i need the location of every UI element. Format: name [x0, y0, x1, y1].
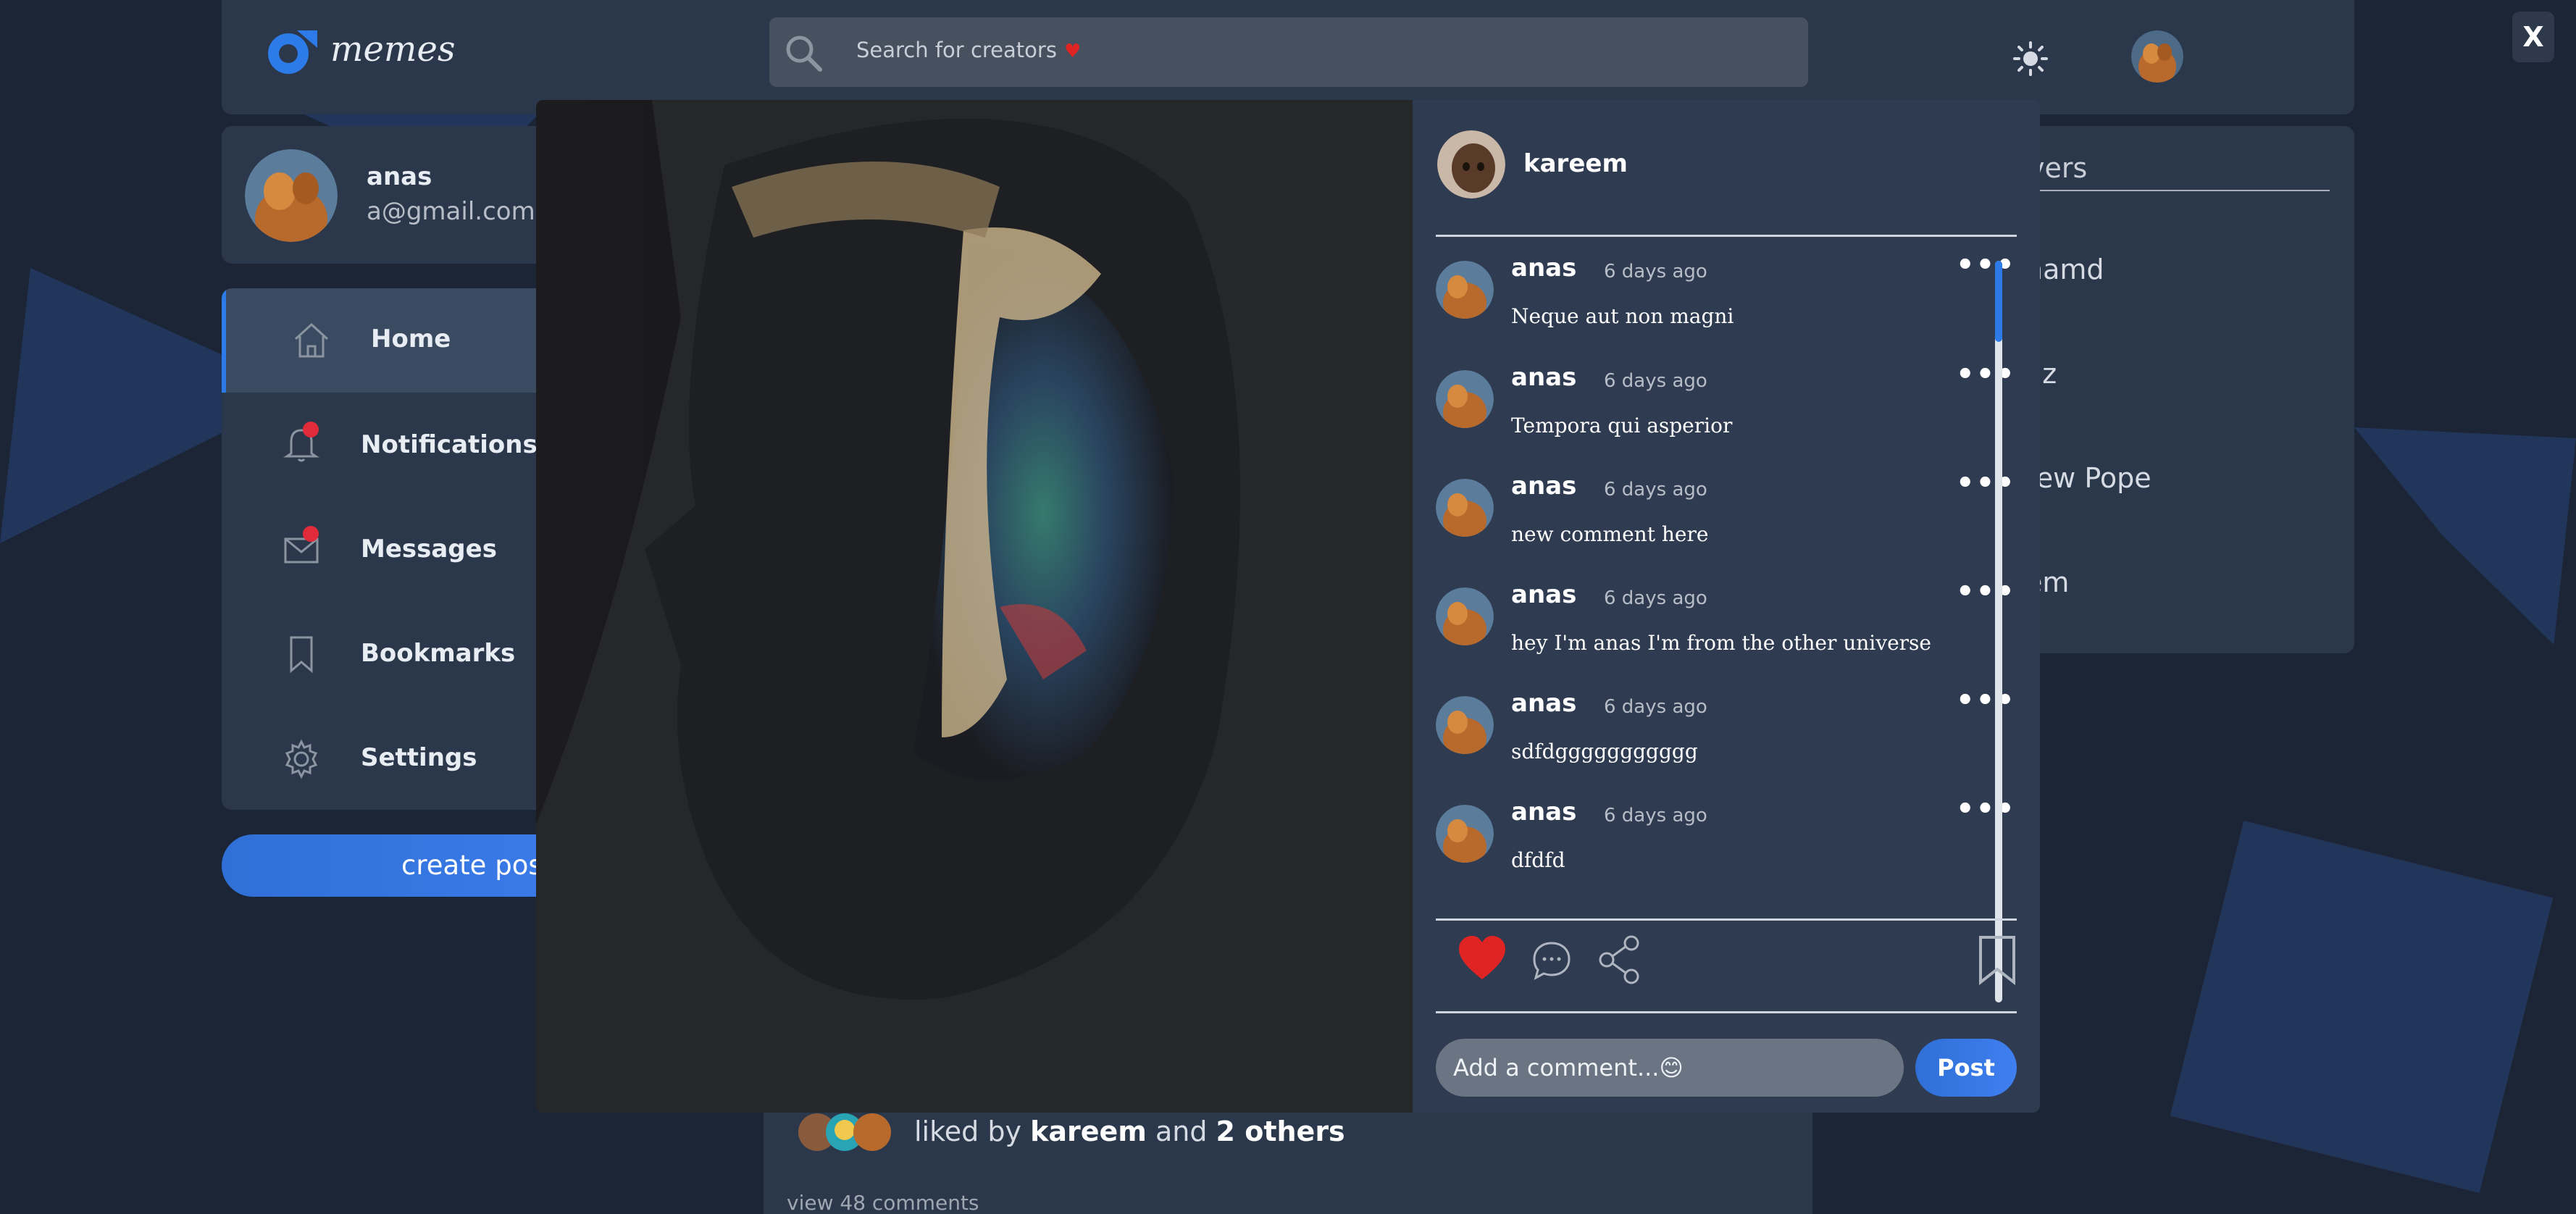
heart-icon: ♥ — [1063, 41, 1082, 62]
more-options-icon[interactable]: ••• — [1956, 686, 2015, 715]
commenter-avatar[interactable] — [1436, 479, 1494, 537]
sidebar-item-label: Settings — [361, 743, 477, 772]
search-input[interactable]: Search for creators ♥ — [856, 38, 1081, 62]
comment-item: anas 6 days ago Tempora qui asperior ••• — [1436, 360, 2015, 470]
comment-time: 6 days ago — [1604, 587, 1707, 609]
sidebar-item-bookmarks[interactable]: Bookmarks — [222, 601, 584, 706]
sidebar-item-label: Home — [371, 325, 451, 353]
background-shape-right — [2354, 427, 2576, 645]
comment-item: anas 6 days ago sdfdggggggggggg ••• — [1436, 686, 2015, 796]
home-icon — [294, 322, 329, 358]
more-options-icon[interactable]: ••• — [1956, 360, 2015, 389]
comment-user[interactable]: anas — [1511, 254, 1576, 282]
comment-text: hey I'm anas I'm from the other universe — [1511, 631, 1931, 655]
sidebar-item-label: Notifications — [361, 430, 538, 459]
poster-name[interactable]: kareem — [1523, 149, 1628, 178]
logo-text[interactable]: memes — [330, 29, 455, 70]
commenter-avatar[interactable] — [1436, 261, 1494, 319]
comment-icon[interactable] — [1531, 940, 1572, 981]
heart-icon[interactable] — [1456, 933, 1508, 985]
background-square-bottom-right — [2170, 821, 2554, 1193]
commenter-avatar[interactable] — [1436, 805, 1494, 863]
profile-avatar[interactable] — [245, 149, 338, 242]
add-comment-input[interactable] — [1436, 1039, 1904, 1097]
comment-user[interactable]: anas — [1511, 798, 1576, 826]
liked-prefix: liked by — [914, 1115, 1021, 1147]
comment-item: anas 6 days ago Neque aut non magni ••• — [1436, 251, 2015, 361]
follower-item[interactable]: rew Pope — [2025, 462, 2151, 494]
commenter-avatar[interactable] — [1436, 370, 1494, 428]
scrollbar-track[interactable] — [1995, 261, 2002, 1002]
comment-text: new comment here — [1511, 522, 1709, 546]
divider — [2028, 190, 2330, 191]
divider — [1436, 235, 2017, 237]
comment-time: 6 days ago — [1604, 370, 1707, 392]
more-options-icon[interactable]: ••• — [1956, 251, 2015, 280]
sun-icon[interactable] — [2012, 41, 2049, 77]
post-comment-button[interactable]: Post — [1915, 1039, 2017, 1097]
search-placeholder: Search for creators — [856, 38, 1057, 62]
search-icon — [786, 35, 822, 72]
comment-item: anas 6 days ago dfdfd ••• — [1436, 795, 2015, 905]
avatar[interactable] — [2131, 30, 2183, 83]
liked-user[interactable]: kareem — [1030, 1115, 1147, 1147]
poster-avatar[interactable] — [1437, 130, 1505, 198]
notification-badge — [303, 422, 319, 438]
sidebar-item-messages[interactable]: Messages — [222, 497, 584, 601]
comment-user[interactable]: anas — [1511, 363, 1576, 392]
view-comments-link[interactable]: view 48 comments — [787, 1191, 979, 1214]
sidebar-nav: Home Notifications Messages Bookmarks Se… — [222, 288, 584, 810]
comment-text: Neque aut non magni — [1511, 304, 1734, 328]
divider — [1436, 1011, 2017, 1013]
comment-time: 6 days ago — [1604, 479, 1707, 501]
commenter-avatar[interactable] — [1436, 587, 1494, 645]
bookmark-icon[interactable] — [1976, 934, 2018, 985]
sidebar-item-home[interactable]: Home — [222, 288, 584, 393]
gear-icon — [285, 739, 318, 779]
comment-item: anas 6 days ago new comment here ••• — [1436, 469, 2015, 579]
bookmark-icon — [290, 636, 313, 674]
profile-email: a@gmail.com — [367, 197, 535, 226]
comment-time: 6 days ago — [1604, 805, 1707, 826]
comment-text: sdfdggggggggggg — [1511, 740, 1698, 763]
comment-time: 6 days ago — [1604, 261, 1707, 282]
more-options-icon[interactable]: ••• — [1956, 469, 2015, 498]
profile-name: anas — [367, 162, 432, 191]
liked-and: and — [1155, 1115, 1208, 1147]
close-button[interactable]: X — [2512, 12, 2554, 62]
commenter-avatar[interactable] — [1436, 696, 1494, 754]
liked-by-avatars — [798, 1113, 891, 1151]
liked-by-text: liked by kareem and 2 others — [914, 1115, 1345, 1147]
logo-icon[interactable] — [261, 26, 319, 77]
scrollbar-thumb[interactable] — [1995, 261, 2002, 342]
messages-badge — [303, 526, 319, 542]
comment-time: 6 days ago — [1604, 696, 1707, 718]
comment-user[interactable]: anas — [1511, 580, 1576, 609]
comment-text: Tempora qui asperior — [1511, 414, 1733, 438]
divider — [1436, 918, 2017, 921]
comment-user[interactable]: anas — [1511, 472, 1576, 501]
comment-user[interactable]: anas — [1511, 689, 1576, 718]
more-options-icon[interactable]: ••• — [1956, 577, 2015, 606]
comments-panel: kareem anas 6 days ago Neque aut non mag… — [1413, 100, 2040, 1113]
sidebar-item-label: Bookmarks — [361, 639, 516, 668]
more-options-icon[interactable]: ••• — [1956, 795, 2015, 824]
comments-list[interactable]: anas 6 days ago Neque aut non magni ••• … — [1436, 251, 2015, 1005]
post-modal: kareem anas 6 days ago Neque aut non mag… — [536, 100, 2040, 1113]
post-image — [536, 100, 1413, 1113]
liked-others[interactable]: 2 others — [1216, 1115, 1345, 1147]
sidebar-item-notifications[interactable]: Notifications — [222, 393, 584, 497]
comment-text: dfdfd — [1511, 848, 1565, 872]
sidebar-item-label: Messages — [361, 535, 497, 564]
comment-item: anas 6 days ago hey I'm anas I'm from th… — [1436, 577, 2015, 687]
sidebar-item-settings[interactable]: Settings — [222, 706, 584, 810]
share-icon[interactable] — [1597, 934, 1643, 985]
